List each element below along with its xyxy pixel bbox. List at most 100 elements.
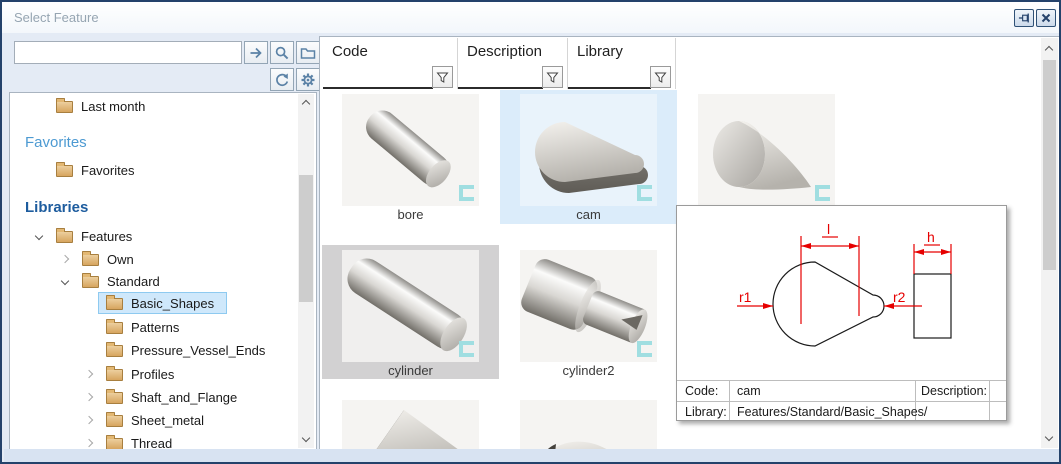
tooltip-code-value: cam: [737, 384, 761, 398]
grid-scrollbar-thumb[interactable]: [1043, 60, 1056, 270]
filter-funnel-icon: [436, 71, 449, 84]
dim-label-h: h: [927, 229, 935, 245]
folder-icon: [56, 231, 73, 243]
select-feature-dialog: Select Feature: [0, 0, 1061, 464]
tree-item-standard[interactable]: Standard: [11, 271, 295, 293]
filter-underline: [458, 87, 543, 89]
chevron-down-icon[interactable]: [61, 277, 69, 285]
rounded-block-shape: [520, 400, 657, 449]
tree-scroll-up-arrow[interactable]: [298, 94, 314, 110]
feature-label: cam: [520, 207, 657, 222]
tooltip-library-value: Features/Standard/Basic_Shapes/: [737, 405, 927, 419]
browse-folder-button[interactable]: [296, 41, 320, 64]
table-border: [729, 380, 730, 420]
chevron-right-icon[interactable]: [85, 416, 93, 424]
tree-item-sheet-metal[interactable]: Sheet_metal: [11, 410, 295, 432]
folder-icon: [106, 415, 123, 427]
code-filter-input[interactable]: [324, 68, 430, 86]
chevron-right-icon[interactable]: [85, 439, 93, 447]
feature-badge-icon: [459, 341, 474, 357]
tree-item-pressure-vessel-ends[interactable]: Pressure_Vessel_Ends: [11, 340, 295, 362]
chevron-right-icon[interactable]: [61, 255, 69, 263]
column-separator: [567, 38, 568, 89]
feature-tile-rounded[interactable]: [500, 400, 677, 449]
chevron-down-icon[interactable]: [35, 232, 43, 240]
tree-item-label: Basic_Shapes: [131, 296, 214, 311]
tree-item-profiles[interactable]: Profiles: [11, 364, 295, 386]
grid-scroll-up-arrow[interactable]: [1041, 40, 1057, 56]
folder-icon: [56, 101, 73, 113]
tree-item-label: Standard: [107, 274, 160, 289]
grid-scroll-down-arrow[interactable]: [1041, 430, 1057, 446]
feature-badge-icon: [637, 341, 652, 357]
title-bar[interactable]: Select Feature: [2, 2, 1059, 33]
feature-tile-bore[interactable]: bore: [322, 90, 499, 224]
library-filter-input[interactable]: [569, 68, 647, 86]
search-go-button[interactable]: [244, 41, 268, 64]
folder-icon: [106, 392, 123, 404]
column-header-code[interactable]: Code: [332, 43, 368, 60]
description-filter-button[interactable]: [542, 66, 563, 88]
tree-item-patterns[interactable]: Patterns: [11, 317, 295, 339]
close-button[interactable]: [1036, 9, 1056, 27]
tree-item-basic-shapes[interactable]: Basic_Shapes: [11, 293, 295, 315]
feature-tile-cylinder2[interactable]: cylinder2: [500, 245, 677, 379]
settings-button[interactable]: [296, 68, 320, 91]
go-arrow-icon: [248, 45, 264, 61]
feature-tile-cone[interactable]: [678, 90, 855, 224]
dialog-title: Select Feature: [14, 10, 99, 25]
search-button[interactable]: [270, 41, 294, 64]
column-header-library[interactable]: Library: [577, 43, 623, 60]
tree-item-label: Pressure_Vessel_Ends: [131, 343, 265, 358]
feature-thumbnail: [342, 400, 479, 449]
libraries-section-header: Libraries: [25, 199, 88, 216]
feature-label: cylinder2: [520, 363, 657, 378]
feature-tile-cam[interactable]: cam: [500, 90, 677, 224]
folder-icon: [106, 298, 123, 310]
refresh-button[interactable]: [270, 68, 294, 91]
folder-icon: [82, 254, 99, 266]
pin-icon: [1018, 12, 1031, 24]
magnifier-icon: [274, 45, 290, 61]
chevron-right-icon[interactable]: [85, 393, 93, 401]
column-separator: [457, 38, 458, 89]
tooltip-description-label: Description:: [921, 384, 987, 398]
tree-item-favorites[interactable]: Favorites: [11, 160, 295, 182]
gear-icon: [300, 72, 316, 88]
folder-icon: [106, 322, 123, 334]
folder-icon: [106, 345, 123, 357]
cam-dimension-drawing: l h r1 r2: [677, 206, 1006, 380]
column-header-description[interactable]: Description: [467, 43, 542, 60]
search-input[interactable]: [14, 41, 242, 64]
tree-scrollbar-thumb[interactable]: [299, 175, 313, 302]
feature-preview-tooltip: l h r1 r2 Code: cam Description: Library…: [676, 205, 1007, 421]
tree-scroll-down-arrow[interactable]: [298, 431, 314, 447]
feature-badge-icon: [637, 185, 652, 201]
code-filter-button[interactable]: [432, 66, 453, 88]
tree-item-features[interactable]: Features: [11, 226, 295, 248]
feature-thumbnail: [520, 94, 657, 206]
description-filter-input[interactable]: [459, 68, 539, 86]
table-border: [989, 380, 990, 420]
feature-tile-wedge[interactable]: [322, 400, 499, 449]
feature-label: cylinder: [342, 363, 479, 378]
folder-browse-icon: [300, 45, 316, 61]
filter-underline: [568, 87, 651, 89]
pin-button[interactable]: [1014, 9, 1034, 27]
feature-badge-icon: [815, 185, 830, 201]
filter-funnel-icon: [546, 71, 559, 84]
feature-badge-icon: [459, 185, 474, 201]
tree-item-shaft-and-flange[interactable]: Shaft_and_Flange: [11, 387, 295, 409]
tree-item-own[interactable]: Own: [11, 249, 295, 271]
library-filter-button[interactable]: [650, 66, 671, 88]
tree-item-label: Shaft_and_Flange: [131, 390, 237, 405]
tree-item-last-month[interactable]: Last month: [11, 96, 295, 118]
feature-tile-cylinder[interactable]: cylinder: [322, 245, 499, 379]
column-separator: [675, 38, 676, 89]
feature-thumbnail: [520, 250, 657, 362]
chevron-right-icon[interactable]: [85, 370, 93, 378]
close-icon: [1041, 13, 1051, 23]
table-border: [677, 401, 1006, 402]
tree-item-label: Last month: [81, 99, 145, 114]
dim-label-r2: r2: [893, 289, 906, 305]
